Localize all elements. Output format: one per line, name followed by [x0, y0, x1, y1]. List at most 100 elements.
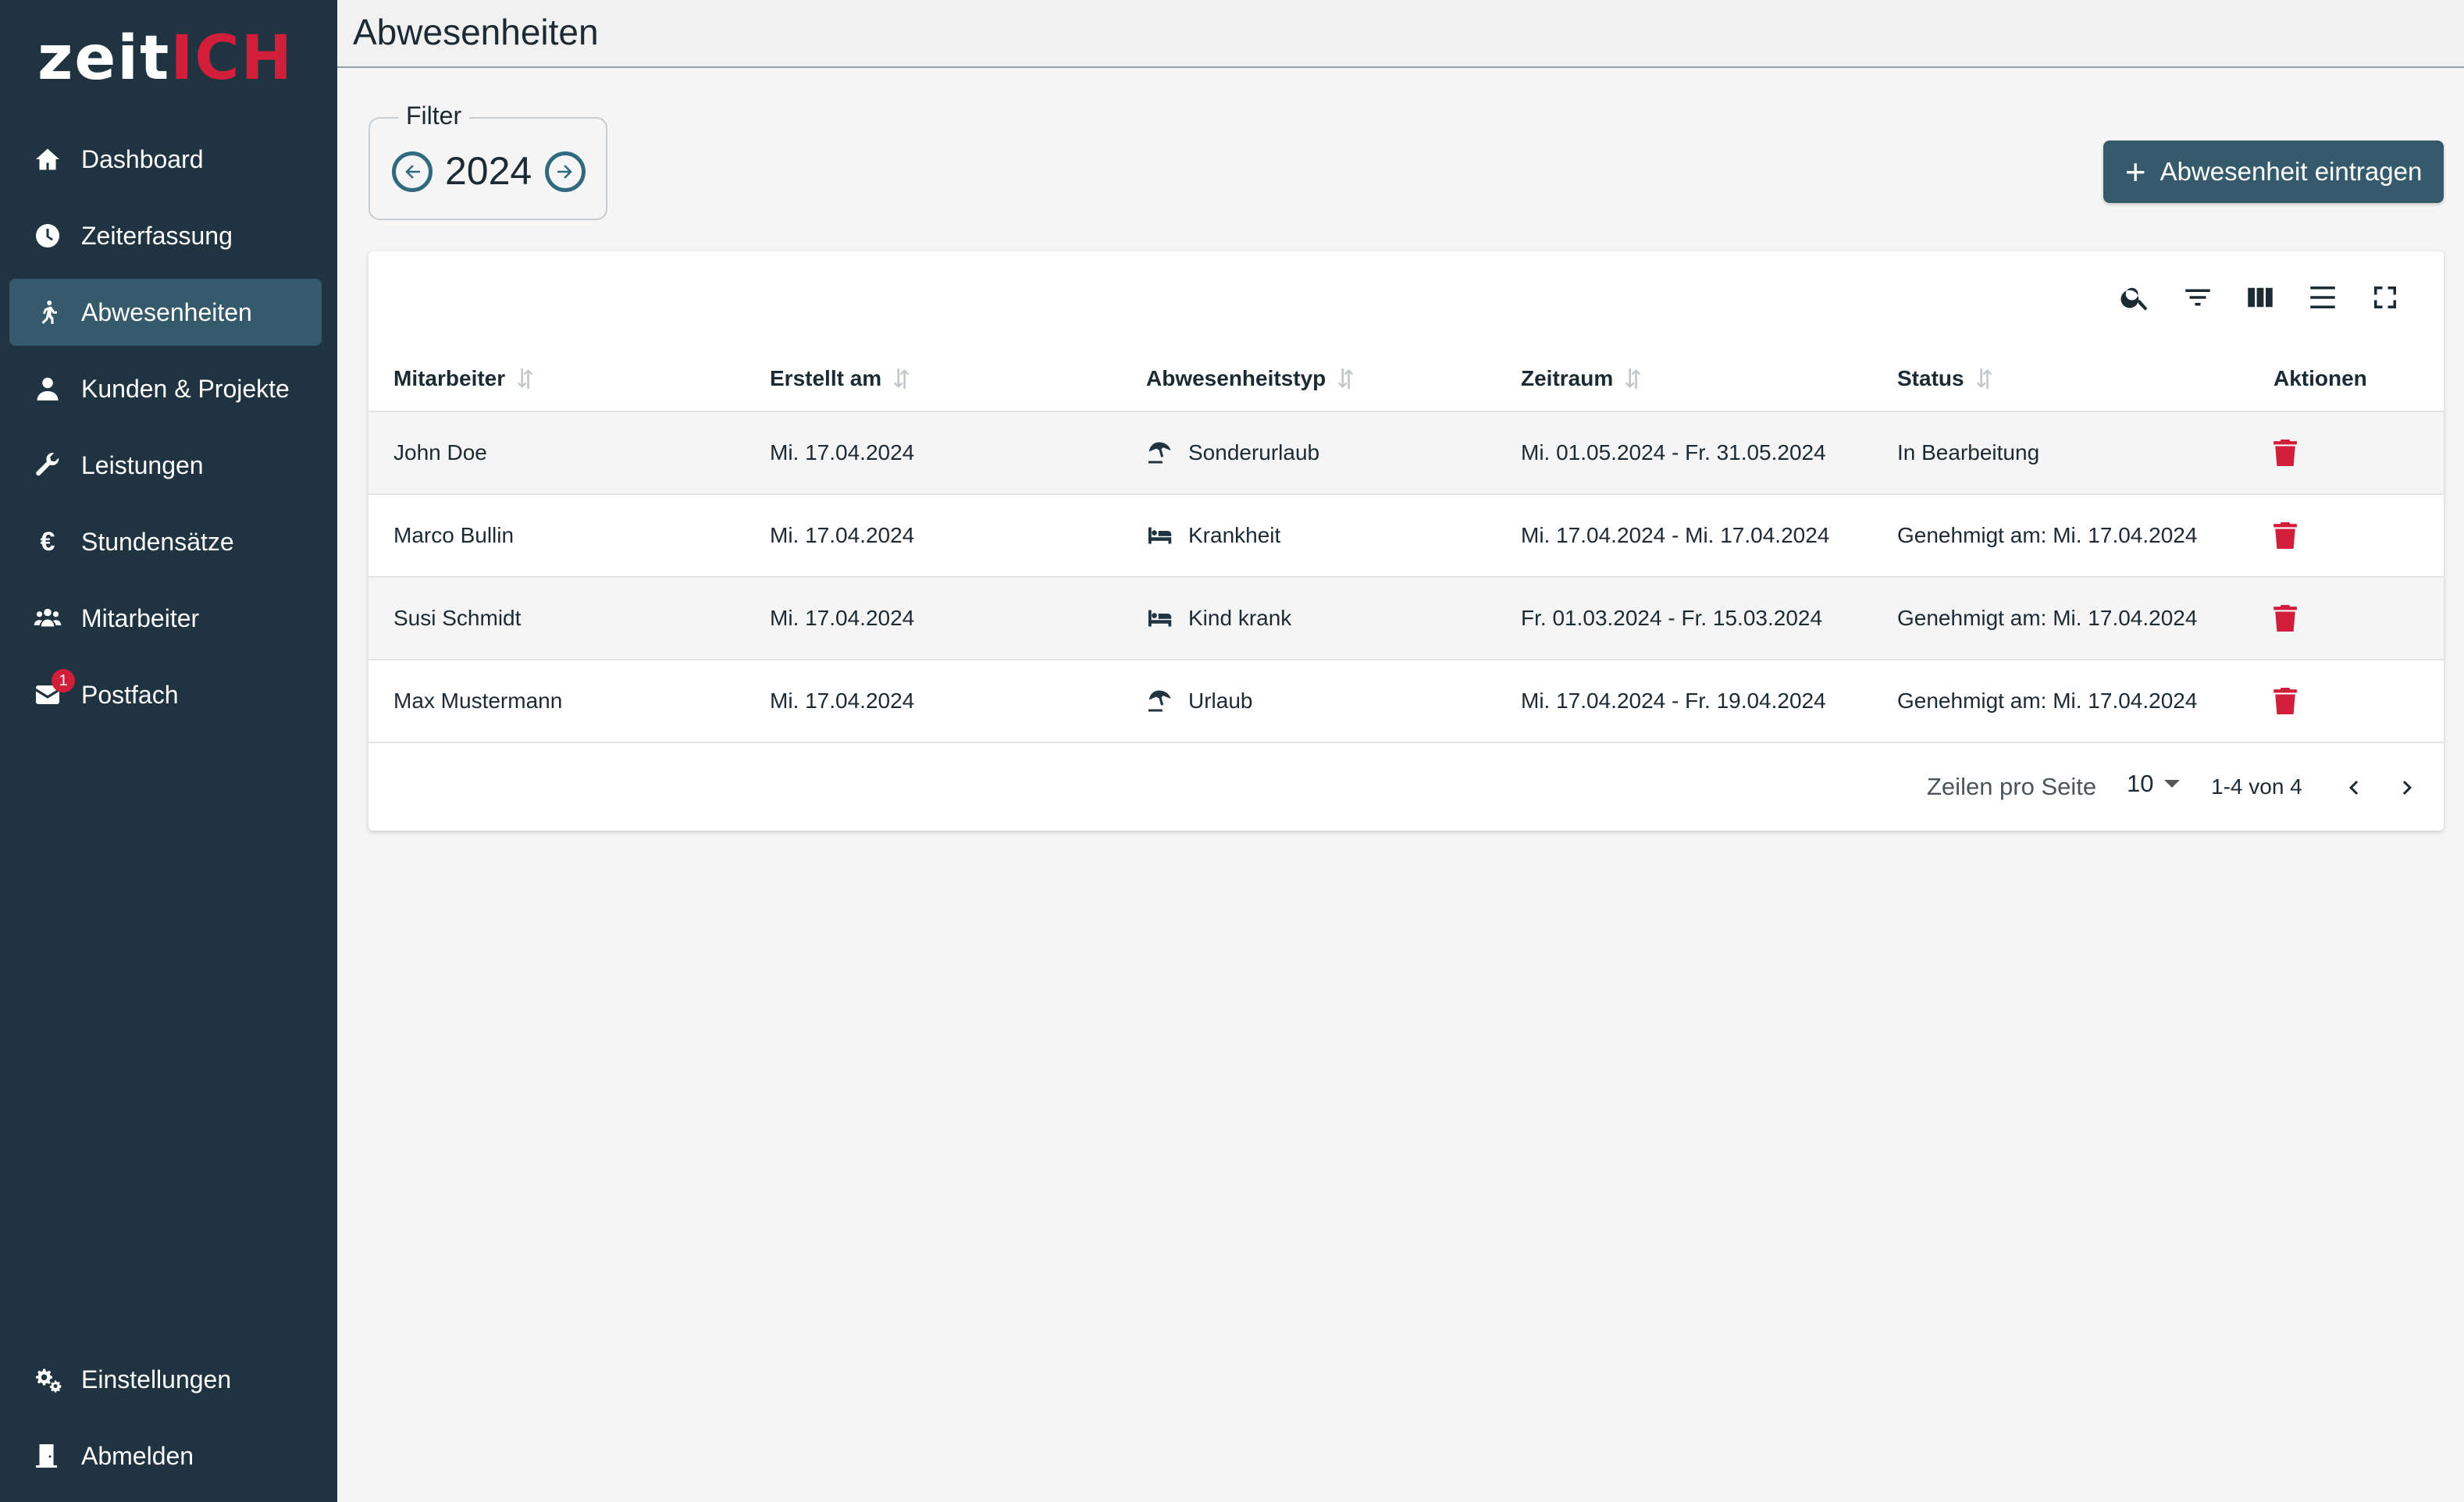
table-row[interactable]: Marco Bullin Mi. 17.04.2024 Krankheit Mi…: [369, 495, 2444, 578]
cell-created: Mi. 17.04.2024: [770, 440, 915, 464]
pagination: Zeilen pro Seite 10 1-4 von 4: [369, 745, 2444, 831]
add-absence-label: Abwesenheit eintragen: [2160, 157, 2423, 186]
absence-type-label: Kind krank: [1188, 606, 1292, 630]
envelope-icon: 1: [33, 669, 75, 710]
filter-legend: Filter: [398, 101, 470, 130]
app-logo[interactable]: zeit ICH: [37, 23, 294, 94]
sidebar-item-kunden-projekte[interactable]: Kunden & Projekte: [9, 355, 322, 422]
sidebar-item-postfach[interactable]: 1 Postfach: [9, 661, 322, 728]
sidebar-item-label: Mitarbeiter: [81, 603, 200, 632]
app-root: zeit ICH Dashboard Zeiterfassung Abwesenh…: [0, 0, 2464, 1502]
notification-badge: 1: [52, 669, 75, 692]
sidebar-item-abmelden[interactable]: Abmelden: [9, 1422, 322, 1490]
table-row[interactable]: Max Mustermann Mi. 17.04.2024 Urlaub Mi.…: [369, 660, 2444, 743]
sidebar-item-zeiterfassung[interactable]: Zeiterfassung: [9, 202, 322, 269]
sidebar-item-mitarbeiter[interactable]: Mitarbeiter: [9, 585, 322, 652]
rows-per-page-value: 10: [2127, 770, 2154, 797]
fullscreen-icon[interactable]: [2366, 278, 2405, 317]
door-icon: [33, 1441, 62, 1471]
euro-glyph: €: [40, 526, 55, 557]
cell-employee: Max Mustermann: [393, 689, 563, 713]
sidebar-item-label: Abwesenheiten: [81, 297, 252, 326]
previous-page-button[interactable]: [2334, 768, 2373, 807]
cell-period: Mi. 17.04.2024 - Fr. 19.04.2024: [1521, 689, 1826, 713]
trash-icon: [2274, 605, 2297, 632]
filter-list-icon[interactable]: [2178, 278, 2217, 317]
sidebar-item-label: Abmelden: [81, 1441, 194, 1470]
column-header-label: Erstellt am: [770, 366, 882, 390]
plus-icon: +: [2124, 151, 2146, 192]
chevron-left-icon: [2349, 781, 2359, 795]
absences-table-card: Mitarbeiter Erstellt am Abwesenheitstyp …: [369, 251, 2444, 831]
euro-icon: €: [33, 527, 62, 557]
delete-button[interactable]: [2274, 578, 2297, 659]
cell-type: Urlaub: [1146, 660, 1252, 742]
beach-umbrella-icon: [1146, 687, 1174, 715]
cell-status: In Bearbeitung: [1897, 440, 2040, 464]
sort-icon[interactable]: [516, 367, 535, 390]
sidebar-item-label: Postfach: [81, 680, 179, 709]
next-year-button[interactable]: [545, 151, 586, 192]
bed-icon: [1146, 604, 1174, 632]
delete-button[interactable]: [2274, 660, 2297, 742]
sidebar-item-dashboard[interactable]: Dashboard: [9, 126, 322, 193]
sidebar-item-abwesenheiten[interactable]: Abwesenheiten: [9, 279, 322, 346]
trash-icon: [2274, 440, 2297, 466]
column-header-mitarbeiter[interactable]: Mitarbeiter: [393, 345, 535, 412]
column-header-zeitraum[interactable]: Zeitraum: [1521, 345, 1643, 412]
year-filter: Filter 2024: [369, 101, 607, 220]
cell-type: Krankheit: [1146, 495, 1280, 576]
gears-icon: [33, 1365, 62, 1394]
cell-employee: John Doe: [393, 440, 487, 464]
sort-icon[interactable]: [1975, 367, 1994, 390]
columns-icon[interactable]: [2241, 278, 2280, 317]
next-page-button[interactable]: [2387, 768, 2427, 807]
year-value: 2024: [445, 149, 532, 193]
column-header-erstellt-am[interactable]: Erstellt am: [770, 345, 911, 412]
sort-icon[interactable]: [892, 367, 911, 390]
sort-icon[interactable]: [1337, 367, 1355, 390]
sidebar-item-label: Leistungen: [81, 450, 204, 479]
cell-period: Mi. 01.05.2024 - Fr. 31.05.2024: [1521, 440, 1826, 464]
density-icon[interactable]: [2303, 278, 2342, 317]
table-row[interactable]: Susi Schmidt Mi. 17.04.2024 Kind krank F…: [369, 578, 2444, 660]
sidebar-item-label: Kunden & Projekte: [81, 374, 290, 403]
wrench-icon: [33, 450, 62, 480]
sidebar-item-label: Zeiterfassung: [81, 221, 233, 250]
chevron-right-icon: [2402, 781, 2412, 795]
column-header-label: Aktionen: [2274, 366, 2367, 390]
cell-created: Mi. 17.04.2024: [770, 523, 915, 547]
arrow-right-icon: [557, 165, 572, 179]
table-row[interactable]: John Doe Mi. 17.04.2024 Sonderurlaub Mi.…: [369, 412, 2444, 495]
trash-icon: [2274, 522, 2297, 549]
rows-per-page-select[interactable]: 10: [2127, 770, 2181, 798]
cell-type: Sonderurlaub: [1146, 412, 1319, 493]
add-absence-button[interactable]: + Abwesenheit eintragen: [2103, 141, 2444, 203]
sidebar-item-stundensaetze[interactable]: € Stundensätze: [9, 508, 322, 575]
caret-down-icon: [2164, 780, 2181, 788]
walking-icon: [33, 297, 62, 327]
column-header-status[interactable]: Status: [1897, 345, 1994, 412]
logo-text-ich: ICH: [170, 23, 294, 94]
delete-button[interactable]: [2274, 495, 2297, 576]
column-header-abwesenheitstyp[interactable]: Abwesenheitstyp: [1146, 345, 1355, 412]
sidebar-item-label: Dashboard: [81, 144, 204, 173]
logo-text-zeit: zeit: [37, 23, 171, 94]
cell-status: Genehmigt am: Mi. 17.04.2024: [1897, 606, 2198, 630]
delete-button[interactable]: [2274, 412, 2297, 493]
cell-period: Mi. 17.04.2024 - Mi. 17.04.2024: [1521, 523, 1830, 547]
sidebar: zeit ICH Dashboard Zeiterfassung Abwesenh…: [0, 0, 337, 1502]
sort-icon[interactable]: [1624, 367, 1643, 390]
search-icon[interactable]: [2116, 278, 2155, 317]
beach-umbrella-icon: [1146, 439, 1174, 467]
sidebar-item-label: Stundensätze: [81, 527, 234, 556]
sidebar-item-leistungen[interactable]: Leistungen: [9, 432, 322, 499]
user-icon: [33, 374, 62, 404]
sidebar-item-einstellungen[interactable]: Einstellungen: [9, 1346, 322, 1413]
cell-created: Mi. 17.04.2024: [770, 689, 915, 713]
pagination-range: 1-4 von 4: [2211, 774, 2302, 799]
page-title: Abwesenheiten: [353, 12, 599, 52]
previous-year-button[interactable]: [392, 151, 433, 192]
absence-type-label: Sonderurlaub: [1188, 440, 1320, 464]
cell-created: Mi. 17.04.2024: [770, 606, 915, 630]
